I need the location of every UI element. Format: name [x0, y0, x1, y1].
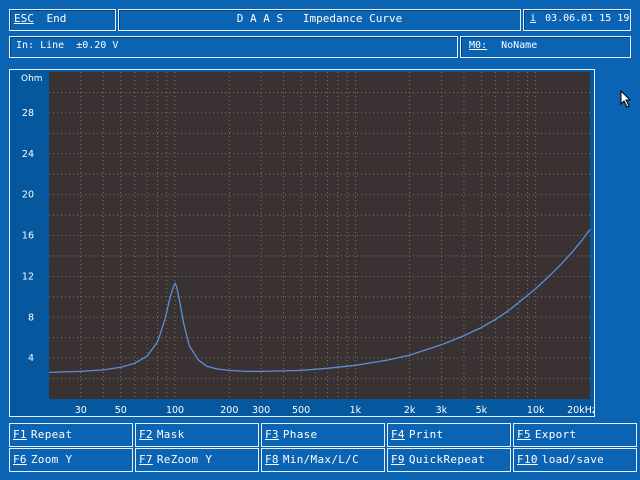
- y-tick-label: 8: [28, 312, 34, 323]
- esc-hotkey: ESC: [14, 12, 34, 25]
- x-tick-label: 500: [292, 405, 310, 416]
- impedance-chart: 4 8 12 16 20 24 28 30 50 100 200 300 500 1k 2k 3k 5k 10k…: [21, 72, 597, 416]
- y-tick-label: 16: [22, 231, 34, 242]
- fkey-f1-button[interactable]: F1 Repeat: [9, 423, 133, 447]
- mouse-cursor-icon: [620, 90, 632, 108]
- fkey-hotkey: F7: [139, 453, 153, 466]
- fkey-label: Repeat: [30, 428, 73, 441]
- fkey-label: ReZoom Y: [156, 453, 213, 466]
- y-axis-label: Ohm: [21, 74, 43, 84]
- fkey-hotkey: F4: [391, 428, 405, 441]
- fkey-hotkey: F1: [13, 428, 27, 441]
- fkey-hotkey: F3: [265, 428, 279, 441]
- fkey-f3-button[interactable]: F3 Phase: [261, 423, 385, 447]
- fkey-f6-button[interactable]: F6 Zoom Y: [9, 448, 133, 472]
- plot-frame: 4 8 12 16 20 24 28 30 50 100 200 300 500 1k 2k 3k 5k 10k…: [9, 69, 597, 417]
- memory-slot-label: M0:: [469, 40, 488, 51]
- y-tick-label: 24: [22, 149, 34, 160]
- fkey-f4-button[interactable]: F4 Print: [387, 423, 511, 447]
- fkey-f7-button[interactable]: F7 ReZoom Y: [135, 448, 259, 472]
- fkey-label: Print: [408, 428, 444, 441]
- end-button[interactable]: ESC End: [9, 9, 116, 31]
- fkey-label: Phase: [282, 428, 318, 441]
- x-tick-label: 20kHz: [567, 405, 594, 416]
- fkey-hotkey: F10: [517, 453, 538, 466]
- input-info-bar: In: Line ±0.20 V: [9, 36, 458, 58]
- y-tick-label: 4: [28, 353, 34, 364]
- fkey-hotkey: F6: [13, 453, 27, 466]
- y-tick-label: 12: [22, 271, 34, 282]
- x-tick-label: 300: [252, 405, 270, 416]
- end-label: End: [46, 12, 67, 25]
- memory-name: NoName: [501, 40, 538, 51]
- fkey-f5-button[interactable]: F5 Export: [513, 423, 637, 447]
- y-tick-label: 20: [22, 190, 34, 201]
- app-title: D A A S Impedance Curve: [236, 12, 403, 25]
- y-tick-label: 28: [22, 108, 34, 119]
- x-tick-label: 3k: [436, 405, 448, 416]
- fkey-label: Mask: [156, 428, 185, 441]
- fkey-label: QuickRepeat: [408, 453, 486, 466]
- x-tick-label: 5k: [476, 405, 488, 416]
- datetime-label: 03.06.01 15 19: [545, 13, 630, 24]
- x-tick-label: 1k: [350, 405, 362, 416]
- input-level-label: In: Line ±0.20 V: [16, 40, 119, 51]
- fkey-hotkey: F5: [517, 428, 531, 441]
- x-tick-label: 2k: [404, 405, 416, 416]
- fkey-label: load/save: [541, 453, 605, 466]
- fkey-label: Min/Max/L/C: [282, 453, 360, 466]
- x-tick-label: 200: [220, 405, 238, 416]
- info-hotkey: i: [530, 13, 537, 24]
- title-bar: D A A S Impedance Curve: [118, 9, 521, 31]
- fkey-hotkey: F8: [265, 453, 279, 466]
- fkey-hotkey: F2: [139, 428, 153, 441]
- fkey-f9-button[interactable]: F9 QuickRepeat: [387, 448, 511, 472]
- fkey-f2-button[interactable]: F2 Mask: [135, 423, 259, 447]
- x-tick-label: 30: [75, 405, 87, 416]
- fkey-label: Export: [534, 428, 577, 441]
- fkey-label: Zoom Y: [30, 453, 73, 466]
- fkey-f8-button[interactable]: F8 Min/Max/L/C: [261, 448, 385, 472]
- x-tick-label: 50: [115, 405, 127, 416]
- fkey-f10-button[interactable]: F10 load/save: [513, 448, 637, 472]
- info-button[interactable]: i 03.06.01 15 19: [523, 9, 631, 31]
- memory-slot-button[interactable]: M0: NoName: [460, 36, 631, 58]
- x-tick-label: 100: [166, 405, 184, 416]
- x-tick-label: 10k: [527, 405, 545, 416]
- fkey-hotkey: F9: [391, 453, 405, 466]
- plot-area-background: [49, 72, 590, 399]
